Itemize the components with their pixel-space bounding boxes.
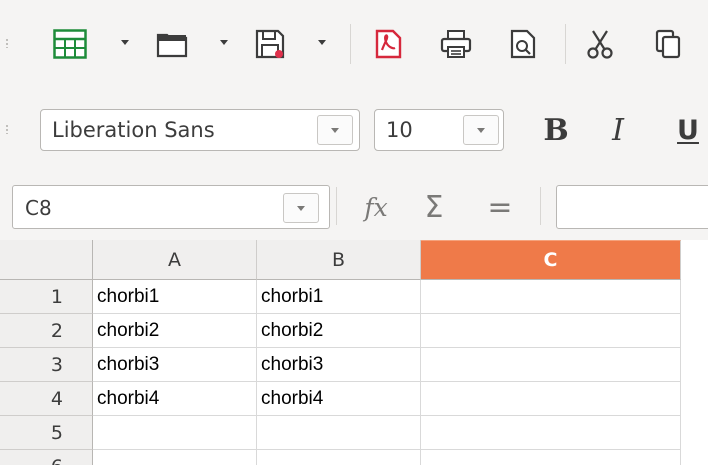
sum-icon: Σ <box>424 189 444 225</box>
row-header-5[interactable]: 5 <box>0 416 93 450</box>
export-pdf-icon <box>375 29 402 59</box>
copy-button[interactable] <box>648 24 688 64</box>
cell-a2[interactable]: chorbi2 <box>93 314 257 348</box>
print-preview-button[interactable] <box>503 24 543 64</box>
column-header-c[interactable]: C <box>421 240 681 280</box>
save-icon <box>255 29 285 59</box>
formula-bar: C8 fx Σ = <box>0 173 708 240</box>
open-folder-icon <box>156 33 188 58</box>
name-box-value: C8 <box>25 196 52 220</box>
font-name-value: Liberation Sans <box>52 118 215 142</box>
italic-icon: I <box>612 112 624 148</box>
cut-button[interactable] <box>580 24 620 64</box>
save-dropdown-arrow[interactable] <box>318 40 326 45</box>
toolbar-separator <box>565 24 566 64</box>
font-size-value: 10 <box>386 118 413 142</box>
name-box-dropdown-button[interactable] <box>283 193 319 223</box>
standard-toolbar <box>0 0 708 88</box>
cell-c1[interactable] <box>421 280 681 314</box>
chevron-down-icon <box>477 128 485 133</box>
formula-separator <box>540 187 541 225</box>
copy-icon <box>655 29 681 59</box>
cell-a1[interactable]: chorbi1 <box>93 280 257 314</box>
insert-table-button[interactable] <box>50 24 90 64</box>
italic-button[interactable]: I <box>598 110 638 150</box>
open-button[interactable] <box>152 24 192 64</box>
print-icon <box>440 30 472 58</box>
name-box[interactable]: C8 <box>12 185 330 229</box>
column-header-b[interactable]: B <box>257 240 421 280</box>
chevron-down-icon <box>331 128 339 133</box>
cut-icon <box>587 30 613 59</box>
row-header-3[interactable]: 3 <box>0 348 93 382</box>
bold-button[interactable]: B <box>534 110 578 150</box>
font-name-dropdown-button[interactable] <box>317 115 353 145</box>
table-grid-icon <box>53 29 87 59</box>
font-size-dropdown-button[interactable] <box>463 115 499 145</box>
equals-button[interactable]: = <box>478 187 522 227</box>
cell-b5[interactable] <box>257 416 421 450</box>
cell-c2[interactable] <box>421 314 681 348</box>
formatting-toolbar: Liberation Sans 10 B I U <box>0 88 708 173</box>
function-wizard-button[interactable]: fx <box>350 187 402 227</box>
row-header-1[interactable]: 1 <box>0 280 93 314</box>
print-button[interactable] <box>436 24 476 64</box>
underline-button[interactable]: U <box>668 110 708 150</box>
cell-c3[interactable] <box>421 348 681 382</box>
save-button[interactable] <box>250 24 290 64</box>
chevron-down-icon <box>297 206 305 211</box>
bold-icon: B <box>543 112 569 148</box>
cell-c4[interactable] <box>421 382 681 416</box>
cell-a6[interactable] <box>93 450 257 465</box>
cell-b2[interactable]: chorbi2 <box>257 314 421 348</box>
cell-b4[interactable]: chorbi4 <box>257 382 421 416</box>
select-all-corner[interactable] <box>0 240 93 280</box>
export-pdf-button[interactable] <box>368 24 408 64</box>
formula-separator <box>336 187 337 225</box>
cell-b6[interactable] <box>257 450 421 465</box>
toolbar-grip[interactable] <box>5 124 9 134</box>
font-name-box[interactable]: Liberation Sans <box>40 109 360 151</box>
spreadsheet-grid[interactable]: ABC 1 chorbi1 chorbi1 2 chorbi2 chorbi2 3 chorb… <box>0 240 708 465</box>
cell-c6[interactable] <box>421 450 681 465</box>
cell-b1[interactable]: chorbi1 <box>257 280 421 314</box>
formula-input[interactable] <box>556 185 708 229</box>
cell-a5[interactable] <box>93 416 257 450</box>
font-size-box[interactable]: 10 <box>374 109 504 151</box>
toolbar-grip[interactable] <box>5 38 9 48</box>
row-header-6[interactable]: 6 <box>0 450 93 465</box>
cell-b3[interactable]: chorbi3 <box>257 348 421 382</box>
underline-icon: U <box>677 114 699 146</box>
insert-table-dropdown-arrow[interactable] <box>121 40 129 45</box>
column-header-a[interactable]: A <box>93 240 257 280</box>
open-dropdown-arrow[interactable] <box>220 40 228 45</box>
cell-a4[interactable]: chorbi4 <box>93 382 257 416</box>
cell-a3[interactable]: chorbi3 <box>93 348 257 382</box>
function-wizard-icon: fx <box>364 192 388 222</box>
cell-c5[interactable] <box>421 416 681 450</box>
row-header-4[interactable]: 4 <box>0 382 93 416</box>
print-preview-icon <box>510 29 536 59</box>
row-header-2[interactable]: 2 <box>0 314 93 348</box>
sum-button[interactable]: Σ <box>412 187 456 227</box>
equals-icon: = <box>487 189 513 225</box>
toolbar-separator <box>350 24 351 64</box>
